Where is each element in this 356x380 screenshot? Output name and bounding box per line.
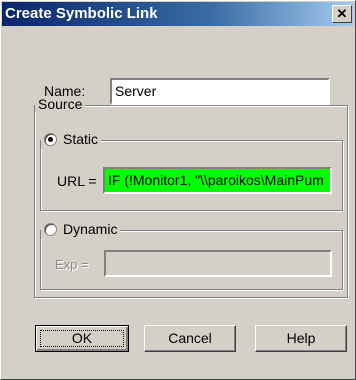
dynamic-option[interactable]: Dynamic (41, 221, 121, 239)
create-symbolic-link-dialog: Create Symbolic Link ✕ Name: Server Sour… (0, 0, 356, 380)
exp-input[interactable] (104, 250, 332, 277)
exp-label: Exp = (55, 257, 89, 272)
static-radio[interactable] (44, 133, 57, 146)
url-input[interactable]: IF (!Monitor1, "\\paroikos\MainPum (103, 167, 332, 194)
title-bar: Create Symbolic Link ✕ (2, 2, 354, 26)
source-group-title: Source (35, 96, 86, 112)
close-icon[interactable]: ✕ (332, 5, 352, 23)
name-input[interactable]: Server (110, 78, 330, 105)
static-label: Static (63, 131, 99, 147)
window-title: Create Symbolic Link (5, 5, 158, 22)
dynamic-label: Dynamic (63, 221, 118, 237)
cancel-button[interactable]: Cancel (144, 325, 236, 352)
help-button[interactable]: Help (255, 325, 347, 352)
help-label: Help (286, 330, 316, 346)
dynamic-radio[interactable] (44, 223, 57, 236)
ok-button[interactable]: OK (35, 325, 129, 352)
radio-selected-dot (48, 137, 53, 142)
url-label: URL = (57, 173, 97, 189)
focus-rect (40, 330, 124, 347)
cancel-label: Cancel (168, 330, 212, 346)
close-glyph: ✕ (336, 6, 348, 21)
static-option[interactable]: Static (41, 131, 102, 149)
